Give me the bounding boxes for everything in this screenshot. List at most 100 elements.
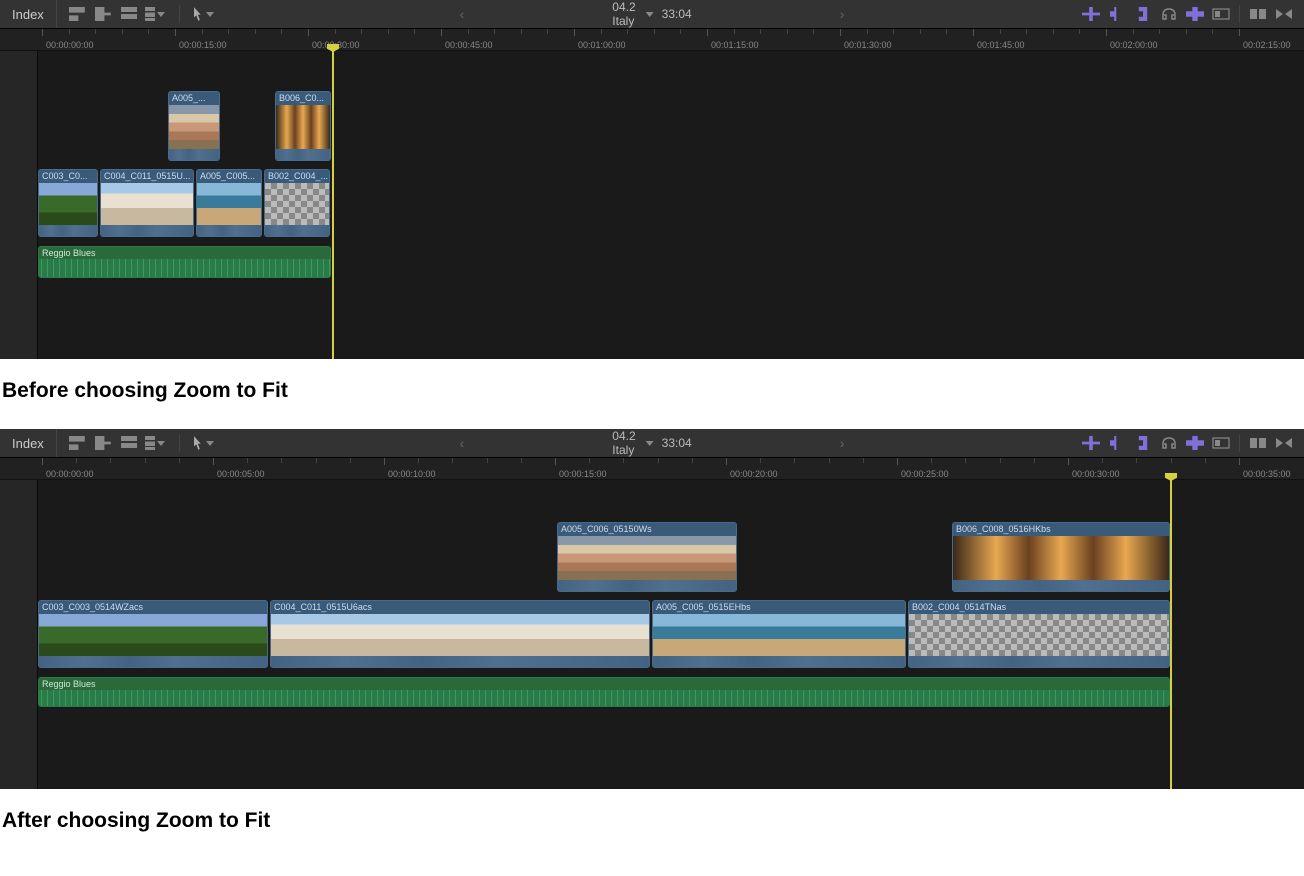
solo-button[interactable]: [1131, 4, 1155, 24]
ruler-minor-tick: [1102, 458, 1103, 463]
playhead[interactable]: [332, 51, 334, 359]
select-tool-button[interactable]: [194, 434, 214, 452]
clip-thumbnail: [39, 614, 267, 656]
video-clip[interactable]: C003_C003_0514WZacs: [38, 600, 268, 668]
connect-clip-button[interactable]: [67, 434, 87, 452]
append-clip-button[interactable]: [119, 434, 139, 452]
video-clip[interactable]: C004_C011_0515U...: [100, 169, 194, 237]
overwrite-clip-button[interactable]: [145, 5, 165, 23]
ruler-minor-tick: [255, 29, 256, 34]
video-clip[interactable]: B002_C004_...: [264, 169, 330, 237]
video-clip[interactable]: B006_C008_0516HKbs: [952, 522, 1170, 592]
view-options-button[interactable]: [1209, 433, 1233, 453]
ruler-minor-tick: [867, 29, 868, 34]
effects-browser-button[interactable]: [1246, 4, 1270, 24]
video-clip[interactable]: A005_C005_0515EHbs: [652, 600, 906, 668]
audio-skimming-button[interactable]: [1105, 4, 1129, 24]
clip-label: Reggio Blues: [39, 247, 330, 259]
clip-label: B006_C0...: [276, 92, 330, 105]
snapping-button[interactable]: [1183, 433, 1207, 453]
ruler-tick: 00:00:10:00: [384, 458, 436, 479]
ruler-minor-tick: [247, 458, 248, 463]
ruler-tick-label: 00:00:05:00: [217, 469, 265, 479]
view-options-button[interactable]: [1209, 4, 1233, 24]
ruler-minor-tick: [228, 29, 229, 34]
ruler-tick-label: 00:00:35:00: [1243, 469, 1291, 479]
transitions-browser-button[interactable]: [1272, 433, 1296, 453]
playhead-handle-icon[interactable]: [327, 44, 339, 52]
select-tool-button[interactable]: [194, 5, 214, 23]
snapping-button[interactable]: [1183, 4, 1207, 24]
video-clip[interactable]: B006_C0...: [275, 91, 331, 161]
clip-audio-waveform: [909, 656, 1169, 667]
ruler-minor-tick: [69, 29, 70, 34]
video-clip[interactable]: C003_C0...: [38, 169, 98, 237]
video-clip[interactable]: B002_C004_0514TNas: [908, 600, 1170, 668]
ruler-minor-tick: [1079, 29, 1080, 34]
playhead-handle-icon[interactable]: [1165, 473, 1177, 481]
audio-clip[interactable]: Reggio Blues: [38, 246, 331, 278]
video-clip[interactable]: A005_C005...: [196, 169, 262, 237]
skimming-button[interactable]: [1079, 433, 1103, 453]
connect-clip-button[interactable]: [67, 5, 87, 23]
audio-skimming-button[interactable]: [1105, 433, 1129, 453]
time-ruler[interactable]: 00:00:00:0000:00:05:0000:00:10:0000:00:1…: [0, 458, 1304, 480]
video-clip[interactable]: A005_C006_05150Ws: [557, 522, 737, 592]
ruler-minor-tick: [1000, 29, 1001, 34]
chevron-down-icon[interactable]: [646, 12, 654, 17]
time-ruler[interactable]: 00:00:00:0000:00:15:0000:00:30:0000:00:4…: [0, 29, 1304, 51]
effects-browser-button[interactable]: [1246, 433, 1270, 453]
nav-next-button[interactable]: ›: [700, 6, 985, 22]
ruler-tick: 00:00:05:00: [213, 458, 265, 479]
clip-label: B006_C008_0516HKbs: [953, 523, 1169, 536]
tool-select-group: [184, 434, 224, 452]
insert-clip-button[interactable]: [93, 434, 113, 452]
timeline-title-area: ‹ 04.2 Italy 33:04 ›: [320, 0, 985, 28]
index-button[interactable]: Index: [0, 429, 57, 457]
audio-clip[interactable]: Reggio Blues: [38, 677, 1170, 707]
clip-audio-waveform: [197, 225, 261, 236]
ruler-tick-label: 00:02:15:00: [1243, 40, 1291, 50]
audio-waveform: [39, 259, 330, 277]
ruler-minor-tick: [494, 29, 495, 34]
headphones-icon[interactable]: [1157, 4, 1181, 24]
project-name-label[interactable]: 04.2 Italy: [612, 429, 635, 457]
chevron-down-icon[interactable]: [646, 441, 654, 446]
ruler-tick-label: 00:01:45:00: [977, 40, 1025, 50]
clip-audio-waveform: [271, 656, 649, 667]
nav-prev-button[interactable]: ‹: [320, 435, 605, 451]
append-clip-button[interactable]: [119, 5, 139, 23]
playhead[interactable]: [1170, 480, 1172, 789]
ruler-minor-tick: [547, 29, 548, 34]
clip-audio-waveform: [558, 580, 736, 591]
timeline-toolbar: Index ‹ 04.2 Italy 33:04 ›: [0, 429, 1304, 458]
index-button[interactable]: Index: [0, 0, 57, 28]
tracks-area[interactable]: A005_C006_05150Ws B006_C008_0516HKbs C003…: [0, 480, 1304, 789]
nav-prev-button[interactable]: ‹: [320, 6, 605, 22]
overwrite-clip-button[interactable]: [145, 434, 165, 452]
clip-audio-waveform: [276, 149, 330, 160]
video-clip[interactable]: C004_C011_0515U6acs: [270, 600, 650, 668]
headphones-icon[interactable]: [1157, 433, 1181, 453]
ruler-minor-tick: [521, 29, 522, 34]
timeline-after: Index ‹ 04.2 Italy 33:04 ›: [0, 429, 1304, 789]
clip-label: Reggio Blues: [39, 678, 1169, 690]
ruler-minor-tick: [1159, 29, 1160, 34]
ruler-minor-tick: [122, 29, 123, 34]
ruler-tick-label: 00:00:00:00: [46, 40, 94, 50]
nav-next-button[interactable]: ›: [700, 435, 985, 451]
tracks-area[interactable]: A005_... B006_C0... C003_C0...C004_C011_0…: [0, 51, 1304, 359]
skimming-button[interactable]: [1079, 4, 1103, 24]
ruler-tick-label: 00:00:20:00: [730, 469, 778, 479]
clip-thumbnail: [271, 614, 649, 656]
ruler-minor-tick: [893, 29, 894, 34]
clip-label: B002_C004_...: [265, 170, 329, 183]
project-name-label[interactable]: 04.2 Italy: [612, 0, 635, 28]
right-tool-group: [1079, 4, 1304, 24]
transitions-browser-button[interactable]: [1272, 4, 1296, 24]
insert-clip-button[interactable]: [93, 5, 113, 23]
video-clip[interactable]: A005_...: [168, 91, 220, 161]
solo-button[interactable]: [1131, 433, 1155, 453]
ruler-minor-tick: [335, 29, 336, 34]
ruler-minor-tick: [521, 458, 522, 463]
